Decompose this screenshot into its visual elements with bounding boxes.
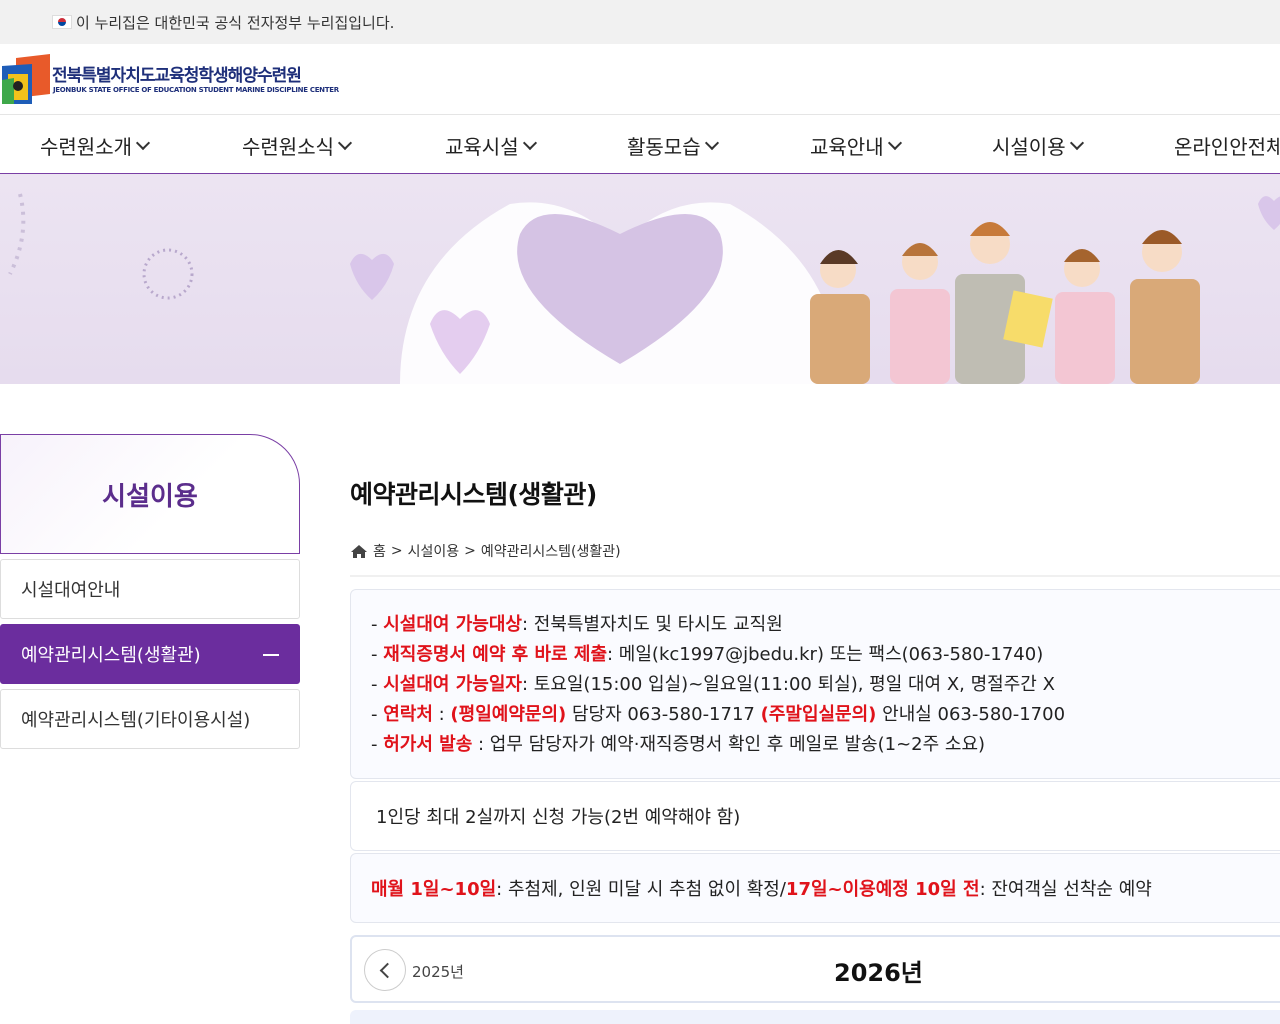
sidebar-item-reservation-dorm[interactable]: 예약관리시스템(생활관) (0, 624, 300, 684)
prev-year-label[interactable]: 2025년 (412, 961, 464, 982)
chevron-down-icon (337, 135, 353, 150)
hero-illustration (8, 193, 1280, 384)
chevron-down-icon (135, 135, 151, 150)
sidebar-item-reservation-other[interactable]: 예약관리시스템(기타이용시설) (0, 689, 300, 749)
sidebar-title-box: 시설이용 (0, 434, 300, 554)
logo-name-en: JEONBUK STATE OFFICE OF EDUCATION STUDEN… (53, 86, 339, 94)
gov-banner-text: 이 누리집은 대한민국 공식 전자정부 누리집입니다. (76, 13, 395, 32)
breadcrumb-sep: > (390, 543, 403, 559)
notice-line: - 재직증명서 예약 후 바로 제출: 메일(kc1997@jbedu.kr) … (371, 644, 1044, 665)
calendar-header-strip (350, 1010, 1280, 1024)
korea-flag-icon (52, 15, 72, 29)
notice-line: - 허가서 발송 : 업무 담당자가 예약·재직증명서 확인 후 메일로 발송(… (371, 734, 986, 755)
notice-box-schedule: 매월 1일~10일: 추첨제, 인원 미달 시 추첨 없이 확정/ 17일~이용… (350, 853, 1280, 923)
minus-icon (263, 654, 279, 656)
nav-item-facility-use[interactable]: 시설이용 (992, 131, 1084, 160)
nav-item-about[interactable]: 수련원소개 (40, 131, 151, 160)
breadcrumb-sep: > (464, 543, 476, 559)
chevron-down-icon (704, 135, 719, 150)
logo-icon[interactable] (2, 54, 50, 104)
nav-item-facilities[interactable]: 교육시설 (445, 131, 537, 160)
notice-limit-text: 1인당 최대 2실까지 신청 가능(2번 예약해야 함) (376, 807, 741, 828)
breadcrumb-divider (350, 575, 1280, 577)
sidebar-title: 시설이용 (102, 481, 198, 512)
chevron-down-icon (887, 135, 902, 150)
breadcrumb-level1[interactable]: 시설이용 (408, 541, 460, 561)
current-year: 2026년 (834, 959, 923, 987)
notice-line: - 시설대여 가능대상: 전북특별자치도 및 타시도 교직원 (371, 614, 783, 635)
nav-item-education[interactable]: 교육안내 (810, 131, 902, 160)
header-logo-bar: 전북특별자치도교육청학생해양수련원 JEONBUK STATE OFFICE O… (0, 44, 1280, 115)
prev-year-button[interactable] (364, 949, 406, 991)
main-nav: 수련원소개 수련원소식 교육시설 활동모습 교육안내 시설이용 온라인안전체험 (0, 115, 1280, 174)
nav-item-activities[interactable]: 활동모습 (627, 131, 719, 160)
sidebar-item-facility-rental[interactable]: 시설대여안내 (0, 559, 300, 619)
notice-box-limit: 1인당 최대 2실까지 신청 가능(2번 예약해야 함) (350, 781, 1280, 851)
notice-line: - 시설대여 가능일자: 토요일(15:00 입실)~일요일(11:00 퇴실)… (371, 674, 1055, 695)
hero-banner (0, 174, 1280, 384)
breadcrumb-level2: 예약관리시스템(생활관) (480, 544, 621, 560)
year-navigator: 2025년 2026년 (350, 935, 1280, 1003)
nav-item-online-safety[interactable]: 온라인안전체험 (1174, 131, 1280, 160)
notice-box: - 시설대여 가능대상: 전북특별자치도 및 타시도 교직원 - 재직증명서 예… (350, 589, 1280, 779)
notice-lines: - 시설대여 가능대상: 전북특별자치도 및 타시도 교직원 - 재직증명서 예… (351, 590, 1280, 760)
page-title: 예약관리시스템(생활관) (350, 480, 597, 509)
students-illustration (810, 222, 1200, 384)
chevron-down-icon (522, 135, 537, 150)
gov-banner: 이 누리집은 대한민국 공식 전자정부 누리집입니다. (0, 0, 1280, 44)
nav-item-news[interactable]: 수련원소식 (242, 131, 353, 160)
logo-name-ko[interactable]: 전북특별자치도교육청학생해양수련원 (52, 61, 302, 86)
breadcrumb-home[interactable]: 홈 (373, 541, 386, 561)
notice-line: - 연락처 : (평일예약문의) 담당자 063-580-1717 (주말입실문… (371, 704, 1066, 725)
breadcrumb: 홈 > 시설이용 > 예약관리시스템(생활관) (350, 541, 621, 561)
home-icon[interactable] (350, 544, 368, 559)
chevron-down-icon (1069, 135, 1084, 150)
